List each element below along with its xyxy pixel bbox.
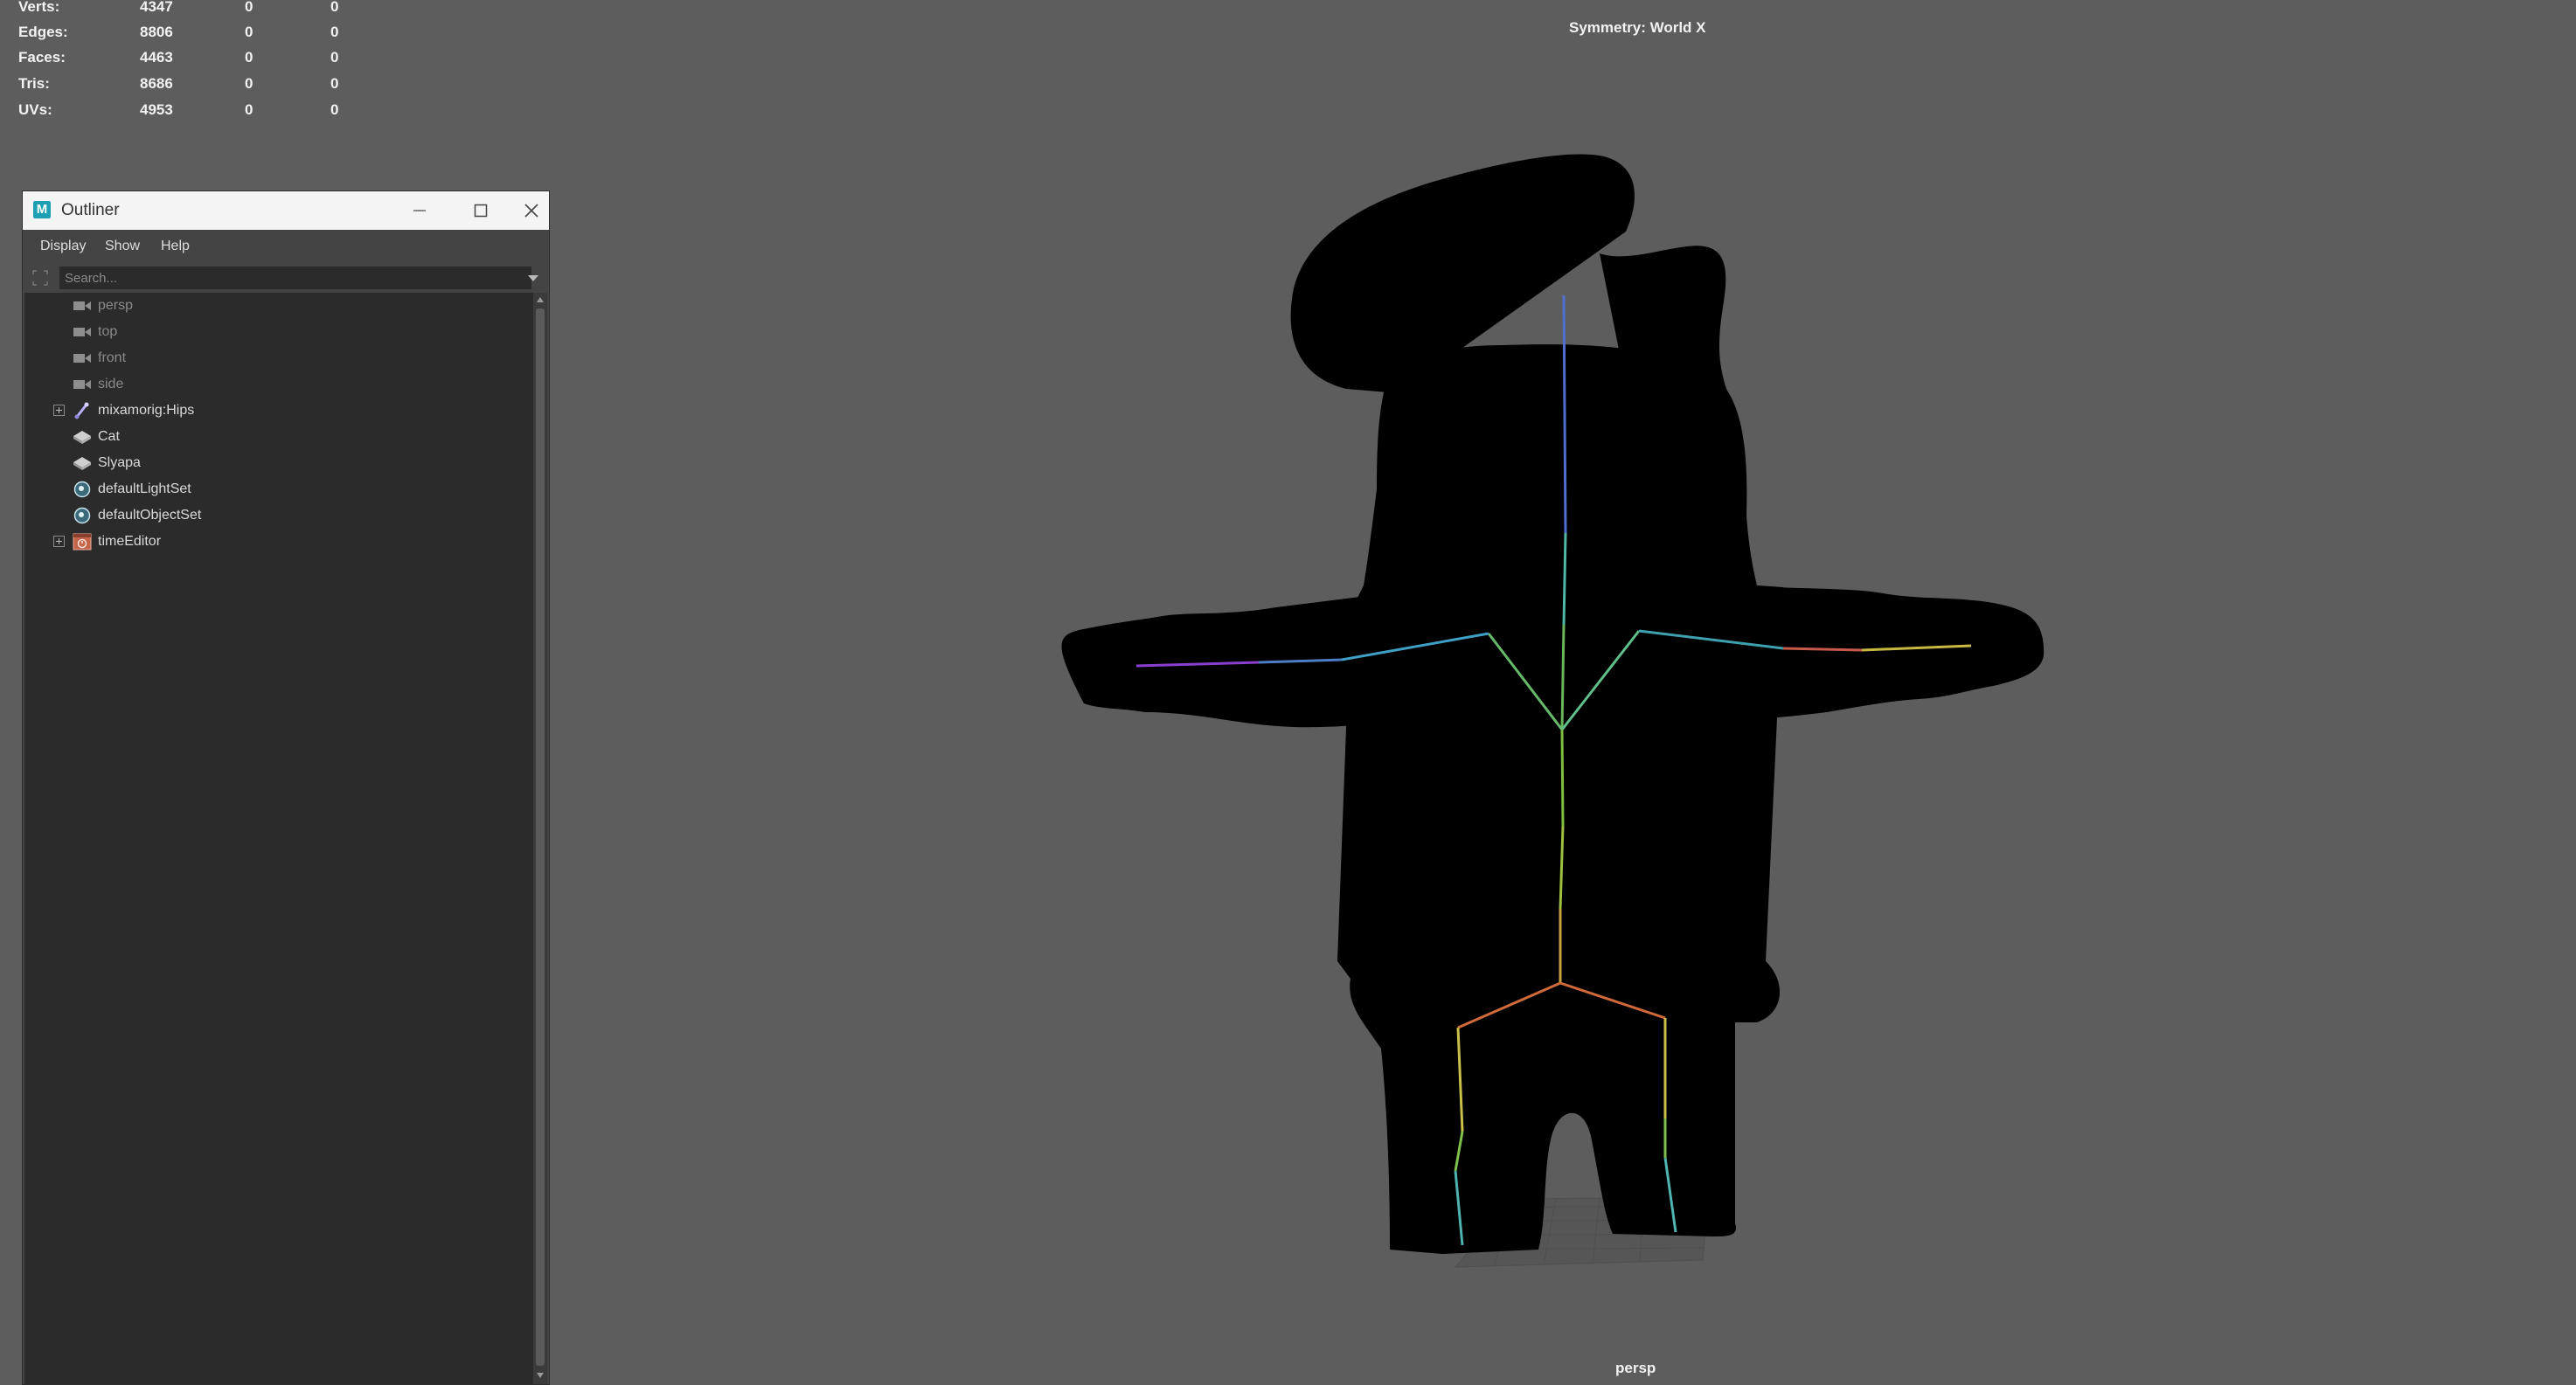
- joint-icon: [74, 402, 89, 419]
- menu-display[interactable]: Display: [33, 230, 93, 263]
- tree-item-label: top: [98, 324, 118, 339]
- hud-value: 4463: [140, 49, 173, 66]
- hud-label: Verts:: [18, 0, 60, 15]
- time-editor-icon: [73, 533, 92, 551]
- minimize-button[interactable]: [392, 191, 448, 230]
- hud-value: 0: [245, 75, 253, 92]
- hud-value: 0: [245, 0, 253, 15]
- camera-icon: [73, 354, 91, 363]
- hud-label: Tris:: [18, 75, 50, 92]
- outliner-window[interactable]: M Outliner Display Show Help persp: [22, 190, 550, 1385]
- tree-item-side[interactable]: side: [24, 371, 533, 398]
- hud-value: 0: [330, 75, 339, 92]
- outliner-menubar: Display Show Help: [23, 230, 549, 263]
- hud-value: 4347: [140, 0, 173, 15]
- symmetry-indicator: Symmetry: World X: [1569, 19, 1706, 36]
- tree-item-persp[interactable]: persp: [24, 293, 533, 319]
- camera-icon: [73, 380, 91, 389]
- tree-item-front[interactable]: front: [24, 345, 533, 371]
- outliner-tree[interactable]: persp top front side mixamorig:Hips Cat: [24, 293, 533, 1384]
- tree-item-slyapa[interactable]: Slyapa: [24, 450, 533, 476]
- set-icon: [73, 507, 91, 524]
- tree-item-label: defaultLightSet: [98, 481, 191, 496]
- minimize-icon: [413, 210, 426, 211]
- filter-frame-icon[interactable]: [31, 269, 49, 287]
- hud-value: 0: [330, 49, 339, 66]
- hud-value: 0: [245, 101, 253, 118]
- scroll-up-arrow-icon[interactable]: [535, 294, 545, 305]
- maya-logo-icon: M: [33, 201, 51, 218]
- tree-item-defaultlightset[interactable]: defaultLightSet: [24, 476, 533, 502]
- tree-item-label: front: [98, 350, 127, 365]
- outliner-search-row: [23, 263, 549, 293]
- hud-label: Edges:: [18, 24, 68, 40]
- tree-item-defaultobjectset[interactable]: defaultObjectSet: [24, 502, 533, 529]
- hud-value: 0: [245, 24, 253, 40]
- cat-character-silhouette[interactable]: [1061, 154, 2045, 1254]
- hud-value: 0: [330, 0, 339, 15]
- close-button[interactable]: [514, 191, 549, 230]
- tree-item-label: defaultObjectSet: [98, 508, 202, 523]
- hud-label: Faces:: [18, 49, 66, 66]
- expand-plus-icon[interactable]: [53, 536, 65, 547]
- set-icon: [73, 481, 91, 498]
- tree-item-label: timeEditor: [98, 534, 162, 549]
- hud-row-verts: Verts: 4347 0 0: [0, 0, 367, 20]
- chevron-down-icon[interactable]: [525, 270, 541, 286]
- camera-icon: [73, 301, 91, 310]
- menu-show[interactable]: Show: [98, 230, 147, 263]
- tree-item-top[interactable]: top: [24, 319, 533, 345]
- camera-icon: [73, 328, 91, 336]
- poly-count-hud: Verts: 4347 0 0 Edges: 8806 0 0 Faces: 4…: [0, 0, 367, 122]
- camera-name-label: persp: [1615, 1360, 1656, 1376]
- maximize-icon: [474, 204, 488, 218]
- tree-item-label: mixamorig:Hips: [98, 403, 195, 418]
- vertical-scrollbar[interactable]: [533, 293, 547, 1384]
- scroll-down-arrow-icon[interactable]: [535, 1370, 545, 1381]
- hud-row-edges: Edges: 8806 0 0: [0, 19, 367, 45]
- hud-row-faces: Faces: 4463 0 0: [0, 45, 367, 71]
- hud-value: 8806: [140, 24, 173, 40]
- expand-plus-icon[interactable]: [53, 405, 65, 416]
- tree-item-mixamorig-hips[interactable]: mixamorig:Hips: [24, 398, 533, 424]
- search-input[interactable]: [59, 267, 531, 289]
- window-title: Outliner: [61, 201, 120, 219]
- hud-row-uvs: UVs: 4953 0 0: [0, 97, 367, 123]
- outliner-titlebar[interactable]: M Outliner: [23, 191, 549, 230]
- hud-value: 4953: [140, 101, 173, 118]
- tree-item-label: side: [98, 377, 124, 391]
- tree-item-label: Slyapa: [98, 455, 141, 470]
- hud-value: 8686: [140, 75, 173, 92]
- maximize-button[interactable]: [453, 191, 509, 230]
- hud-value: 0: [330, 24, 339, 40]
- close-icon: [524, 204, 538, 218]
- hud-value: 0: [330, 101, 339, 118]
- hud-label: UVs:: [18, 101, 52, 118]
- hud-row-tris: Tris: 8686 0 0: [0, 71, 367, 97]
- tree-item-cat[interactable]: Cat: [24, 424, 533, 450]
- scrollbar-thumb[interactable]: [536, 308, 545, 1366]
- hud-value: 0: [245, 49, 253, 66]
- menu-help[interactable]: Help: [154, 230, 197, 263]
- tree-item-label: Cat: [98, 429, 120, 444]
- tree-item-timeeditor[interactable]: timeEditor: [24, 529, 533, 555]
- tree-item-label: persp: [98, 298, 134, 313]
- mesh-icon: [73, 431, 91, 444]
- mesh-icon: [73, 457, 91, 470]
